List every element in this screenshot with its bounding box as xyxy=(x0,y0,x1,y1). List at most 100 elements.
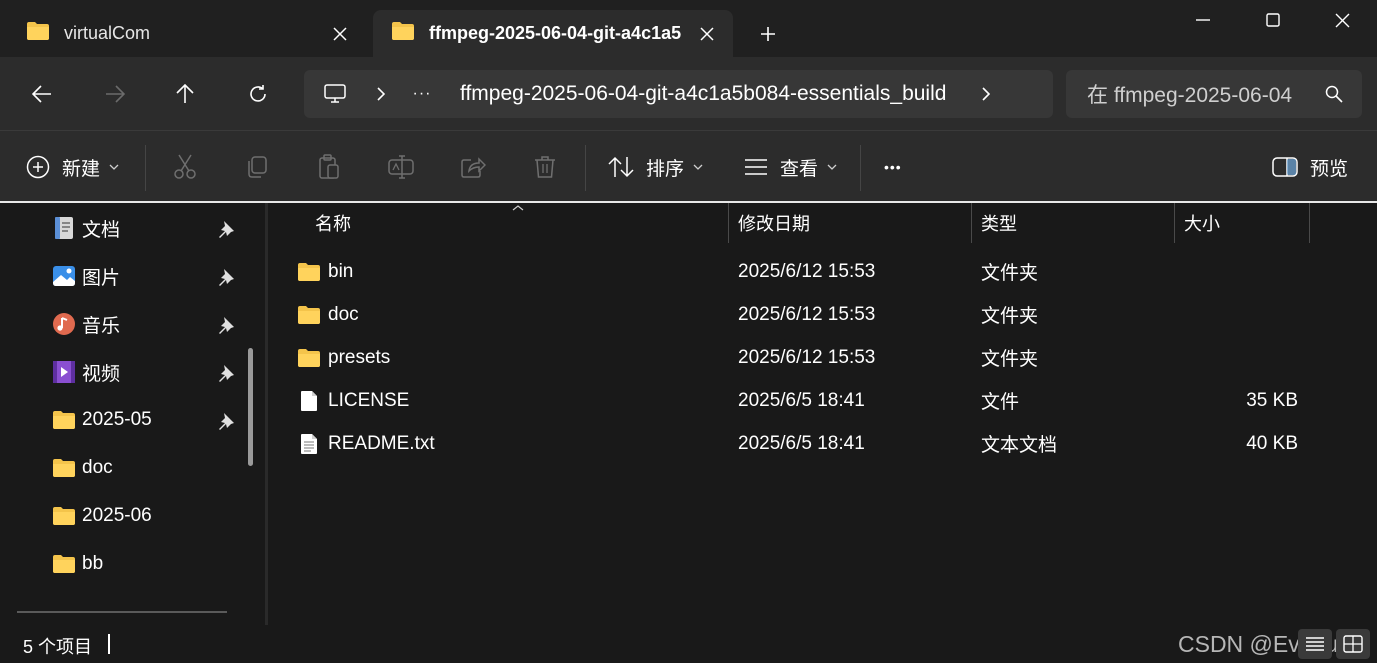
chevron-right-icon[interactable] xyxy=(964,87,1008,101)
pin-icon[interactable] xyxy=(216,315,236,335)
sort-ascending-icon xyxy=(512,205,524,211)
new-tab-button[interactable] xyxy=(748,17,788,51)
search-input[interactable]: 在 ffmpeg-2025-06-04 xyxy=(1066,70,1362,118)
folder-icon xyxy=(296,346,322,370)
file-name: LICENSE xyxy=(328,389,410,411)
close-window-button[interactable] xyxy=(1307,0,1377,40)
file-row[interactable]: README.txt 2025/6/5 18:41 文本文档 40 KB xyxy=(268,422,1377,465)
column-separator[interactable] xyxy=(971,203,972,243)
address-bar[interactable]: ··· ffmpeg-2025-06-04-git-a4c1a5b084-ess… xyxy=(304,70,1053,118)
sidebar-item-label: 视频 xyxy=(82,363,121,385)
column-header-name[interactable]: 名称 xyxy=(315,203,351,243)
command-bar: 新建 排序 查看 ••• 预览 xyxy=(0,130,1377,202)
chevron-right-icon[interactable] xyxy=(366,87,396,101)
file-name: README.txt xyxy=(328,432,435,454)
file-name: doc xyxy=(328,303,359,325)
breadcrumb-current[interactable]: ffmpeg-2025-06-04-git-a4c1a5b084-essenti… xyxy=(460,82,946,106)
sidebar-scrollbar[interactable] xyxy=(248,348,253,466)
column-header-type[interactable]: 类型 xyxy=(981,203,1017,243)
close-tab-button[interactable] xyxy=(320,14,360,54)
column-header-modified[interactable]: 修改日期 xyxy=(738,203,810,243)
paste-icon[interactable] xyxy=(311,149,347,185)
file-modified: 2025/6/5 18:41 xyxy=(738,432,865,454)
sort-label: 排序 xyxy=(646,158,685,180)
maximize-icon xyxy=(1266,13,1280,27)
add-circle-icon xyxy=(26,155,50,179)
music-icon xyxy=(52,312,76,336)
file-row[interactable]: presets 2025/6/12 15:53 文件夹 xyxy=(268,336,1377,379)
file-size xyxy=(1174,250,1298,293)
new-button[interactable]: 新建 xyxy=(26,145,119,189)
pin-icon[interactable] xyxy=(216,411,236,431)
minimize-button[interactable] xyxy=(1168,0,1238,40)
up-button[interactable] xyxy=(165,74,205,114)
column-header-size[interactable]: 大小 xyxy=(1184,203,1220,243)
file-size xyxy=(1174,336,1298,379)
search-placeholder: 在 ffmpeg-2025-06-04 xyxy=(1087,84,1293,107)
tab-title: virtualCom xyxy=(64,23,151,43)
sidebar-item-bb[interactable]: bb xyxy=(52,546,252,582)
cut-icon[interactable] xyxy=(167,149,203,185)
chevron-down-icon xyxy=(693,164,703,170)
file-row[interactable]: doc 2025/6/12 15:53 文件夹 xyxy=(268,293,1377,336)
back-button[interactable] xyxy=(22,74,62,114)
file-row[interactable]: LICENSE 2025/6/5 18:41 文件 35 KB xyxy=(268,379,1377,422)
pin-icon[interactable] xyxy=(216,267,236,287)
view-button[interactable]: 查看 xyxy=(744,145,837,189)
folder-icon xyxy=(26,21,50,46)
forward-button[interactable] xyxy=(95,74,135,114)
pin-icon[interactable] xyxy=(216,363,236,383)
preview-pane-button[interactable]: 预览 xyxy=(1272,145,1348,189)
picture-icon xyxy=(52,264,76,288)
tab-title: ffmpeg-2025-06-04-git-a4c1a5 xyxy=(429,23,682,43)
tab-ffmpeg[interactable]: ffmpeg-2025-06-04-git-a4c1a5 xyxy=(373,10,733,57)
sidebar-item-label: bb xyxy=(82,553,104,574)
new-label: 新建 xyxy=(62,158,101,180)
sidebar-item-2025-06[interactable]: 2025-06 xyxy=(52,498,252,534)
sidebar-divider xyxy=(17,611,227,613)
sidebar-item-label: 图片 xyxy=(82,267,121,289)
refresh-icon xyxy=(250,85,266,102)
maximize-button[interactable] xyxy=(1238,0,1308,40)
file-size xyxy=(1174,293,1298,336)
sidebar-item-label: 2025-05 xyxy=(82,409,152,430)
sidebar-item-doc[interactable]: doc xyxy=(52,450,252,486)
sort-button[interactable]: 排序 xyxy=(608,145,703,189)
search-icon[interactable] xyxy=(1306,85,1362,103)
breadcrumb-overflow-button[interactable]: ··· xyxy=(396,85,448,103)
tab-virtualcom[interactable]: virtualCom xyxy=(8,10,366,57)
folder-icon xyxy=(52,552,76,576)
sort-icon xyxy=(608,156,634,178)
preview-label: 预览 xyxy=(1310,158,1349,180)
text-file-icon xyxy=(296,432,322,456)
column-separator[interactable] xyxy=(728,203,729,243)
this-pc-icon[interactable] xyxy=(304,84,366,104)
sidebar-item-label: 文档 xyxy=(82,219,121,241)
copy-icon[interactable] xyxy=(239,149,275,185)
chevron-down-icon xyxy=(109,164,119,170)
folder-icon xyxy=(296,260,322,284)
rename-icon[interactable] xyxy=(383,149,419,185)
arrow-up-icon xyxy=(176,84,194,103)
delete-icon[interactable] xyxy=(527,149,563,185)
plus-icon xyxy=(761,27,775,41)
column-separator[interactable] xyxy=(1309,203,1310,243)
folder-icon xyxy=(52,456,76,480)
separator xyxy=(860,145,861,191)
share-icon[interactable] xyxy=(455,149,491,185)
more-options-button[interactable]: ••• xyxy=(884,145,902,189)
column-separator[interactable] xyxy=(1174,203,1175,243)
separator xyxy=(145,145,146,191)
text-cursor xyxy=(108,634,110,654)
details-view-button[interactable] xyxy=(1298,629,1332,659)
file-modified: 2025/6/12 15:53 xyxy=(738,346,876,368)
file-row[interactable]: bin 2025/6/12 15:53 文件夹 xyxy=(268,250,1377,293)
pin-icon[interactable] xyxy=(216,219,236,239)
sidebar-item-label: 音乐 xyxy=(82,315,121,337)
tiles-view-button[interactable] xyxy=(1336,629,1370,659)
folder-icon xyxy=(296,303,322,327)
file-name: presets xyxy=(328,346,391,368)
separator xyxy=(585,145,586,191)
refresh-button[interactable] xyxy=(238,74,278,114)
close-tab-button[interactable] xyxy=(687,14,727,54)
